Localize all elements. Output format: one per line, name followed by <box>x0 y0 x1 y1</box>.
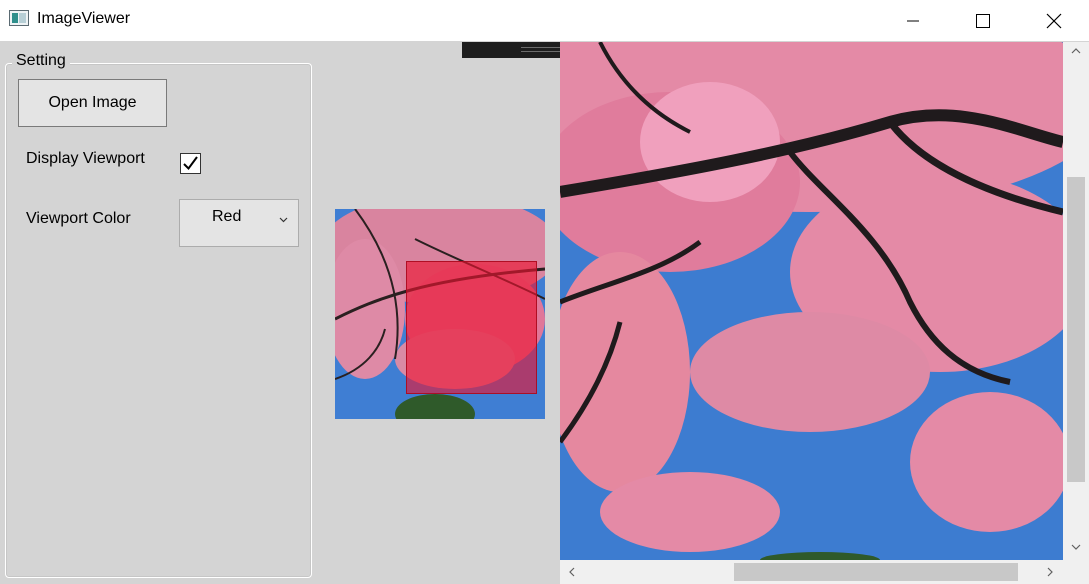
display-viewport-checkbox[interactable] <box>180 153 201 174</box>
vertical-scroll-thumb[interactable] <box>1067 177 1085 482</box>
app-window-icon <box>9 10 29 26</box>
close-icon <box>1046 13 1062 28</box>
viewport-color-combobox[interactable]: Red <box>179 199 299 247</box>
close-button[interactable] <box>1031 0 1077 41</box>
horizontal-scrollbar[interactable] <box>560 560 1063 584</box>
minimize-button[interactable] <box>890 0 936 41</box>
open-image-button[interactable]: Open Image <box>18 79 167 127</box>
maximize-button[interactable] <box>960 0 1006 41</box>
cherry-blossom-image <box>560 42 1063 560</box>
settings-group <box>5 63 312 578</box>
scrollbar-corner <box>1063 560 1089 584</box>
scroll-left-icon[interactable] <box>569 567 575 577</box>
scroll-up-icon[interactable] <box>1071 48 1081 54</box>
viewport-indicator[interactable] <box>406 261 537 394</box>
main-image-view[interactable] <box>560 42 1063 560</box>
settings-group-label: Setting <box>12 52 70 70</box>
horizontal-scroll-thumb[interactable] <box>734 563 1018 581</box>
minimize-icon <box>907 20 919 21</box>
viewport-color-label: Viewport Color <box>26 210 131 227</box>
display-viewport-label: Display Viewport <box>26 150 145 167</box>
maximize-icon <box>976 13 990 28</box>
checkmark-icon <box>183 156 198 171</box>
thumbnail-image[interactable] <box>335 209 545 419</box>
scroll-down-icon[interactable] <box>1071 544 1081 550</box>
scroll-right-icon[interactable] <box>1047 567 1053 577</box>
viewport-color-value: Red <box>212 208 242 225</box>
window-title: ImageViewer <box>37 10 131 27</box>
vertical-scrollbar[interactable] <box>1063 42 1089 560</box>
chevron-down-icon <box>279 217 288 223</box>
title-bar: ImageViewer <box>0 0 1089 41</box>
